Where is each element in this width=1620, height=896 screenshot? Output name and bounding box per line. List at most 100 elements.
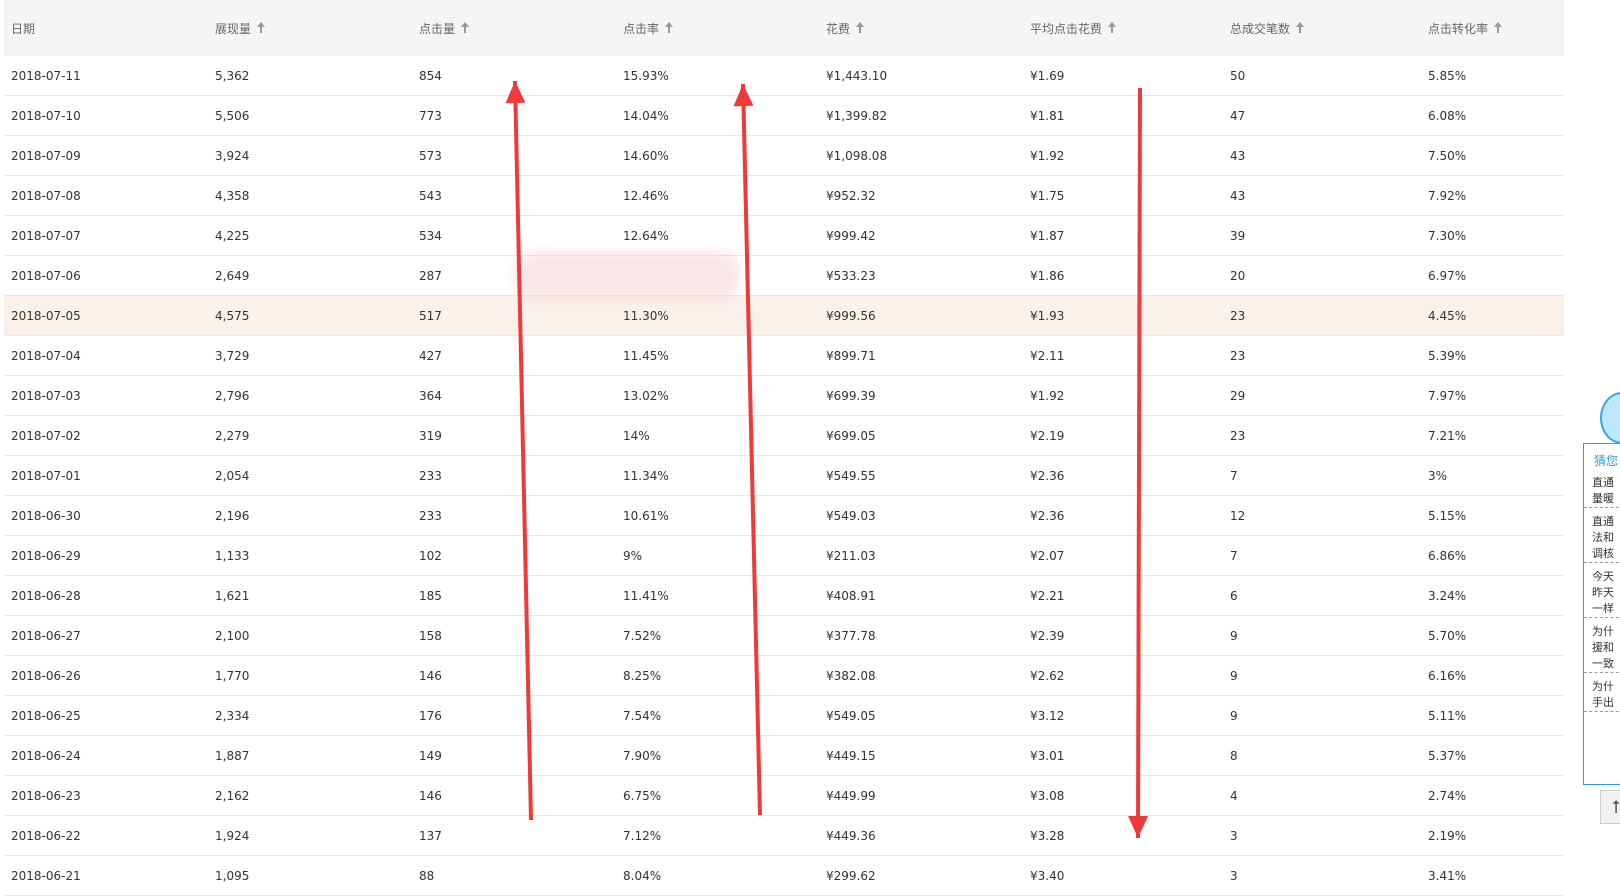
table-cell: 2018-07-09 xyxy=(11,148,81,163)
table-cell: 146 xyxy=(419,668,442,683)
sort-arrow-icon[interactable] xyxy=(1494,22,1503,34)
table-cell: ¥2.07 xyxy=(1030,548,1065,563)
table-row[interactable]: 2018-06-22 1,924 137 7.12% ¥449.36 ¥3.28 3 2.19… xyxy=(4,816,1564,856)
table-cell: 773 xyxy=(419,108,442,123)
table-row[interactable]: 2018-07-08 4,358 543 12.46% ¥952.32 ¥1.75 43 7.… xyxy=(4,176,1564,216)
table-cell: ¥3.01 xyxy=(1030,748,1065,763)
table-cell: 7.21% xyxy=(1428,428,1467,443)
sort-arrow-icon[interactable] xyxy=(461,22,470,34)
table-cell: ¥1.69 xyxy=(1030,68,1065,83)
table-cell: ¥2.19 xyxy=(1030,428,1065,443)
table-row[interactable]: 2018-06-25 2,334 176 7.54% ¥549.05 ¥3.12 9 5.11… xyxy=(4,696,1564,736)
header-impressions[interactable]: 展现量 xyxy=(215,0,266,56)
table-cell: ¥3.12 xyxy=(1030,708,1065,723)
sort-arrow-icon[interactable] xyxy=(665,22,674,34)
suggestion-item[interactable]: 为什 援和 一致 xyxy=(1584,618,1620,673)
table-cell: 1,887 xyxy=(215,748,250,763)
table-cell: 149 xyxy=(419,748,442,763)
table-cell: 5,506 xyxy=(215,108,250,123)
header-cost[interactable]: 花费 xyxy=(826,0,865,56)
table-cell: 88 xyxy=(419,868,435,883)
table-row[interactable]: 2018-06-27 2,100 158 7.52% ¥377.78 ¥2.39 9 5.70… xyxy=(4,616,1564,656)
table-cell: 2.19% xyxy=(1428,828,1467,843)
table-cell: 2,196 xyxy=(215,508,250,523)
table-cell: 2.74% xyxy=(1428,788,1467,803)
table-cell: 2018-06-21 xyxy=(11,868,81,883)
table-cell: 3,924 xyxy=(215,148,250,163)
table-row[interactable]: 2018-07-09 3,924 573 14.60% ¥1,098.08 ¥1.92 43… xyxy=(4,136,1564,176)
table-cell: 9 xyxy=(1230,628,1238,643)
table-row[interactable]: 2018-06-30 2,196 233 10.61% ¥549.03 ¥2.36 12 5.… xyxy=(4,496,1564,536)
table-cell: 517 xyxy=(419,308,442,323)
table-cell: 5.70% xyxy=(1428,628,1467,643)
table-row[interactable]: 2018-07-04 3,729 427 11.45% ¥899.71 ¥2.11 23 5.… xyxy=(4,336,1564,376)
table-row[interactable]: 2018-07-07 4,225 534 12.64% ¥999.42 ¥1.87 39 7.… xyxy=(4,216,1564,256)
assistant-mascot-icon[interactable] xyxy=(1600,392,1620,444)
table-row[interactable]: 2018-07-02 2,279 319 14% ¥699.05 ¥2.19 23 7.21% xyxy=(4,416,1564,456)
table-cell: ¥1.86 xyxy=(1030,268,1065,283)
table-cell: 427 xyxy=(419,348,442,363)
table-cell: 137 xyxy=(419,828,442,843)
table-cell: ¥377.78 xyxy=(826,628,876,643)
table-cell: 4,225 xyxy=(215,228,250,243)
table-cell: 2,100 xyxy=(215,628,250,643)
table-cell: 2,162 xyxy=(215,788,250,803)
sort-arrow-icon[interactable] xyxy=(1296,22,1305,34)
table-cell: ¥549.05 xyxy=(826,708,876,723)
sort-arrow-icon[interactable] xyxy=(257,22,266,34)
header-date[interactable]: 日期 xyxy=(11,0,35,56)
table-cell: ¥211.03 xyxy=(826,548,876,563)
header-conversion-rate[interactable]: 点击转化率 xyxy=(1428,0,1503,56)
suggestion-panel-title: 猜您 xyxy=(1594,454,1619,468)
suggestion-item[interactable]: 今天 昨天 一样 xyxy=(1584,563,1620,618)
table-row[interactable]: 2018-06-26 1,770 146 8.25% ¥382.08 ¥2.62 9 6.16… xyxy=(4,656,1564,696)
sort-arrow-icon[interactable] xyxy=(1108,22,1117,34)
header-avg-cpc[interactable]: 平均点击花费 xyxy=(1030,0,1117,56)
table-cell: 6.97% xyxy=(1428,268,1467,283)
table-row[interactable]: 2018-07-01 2,054 233 11.34% ¥549.55 ¥2.36 7 3% xyxy=(4,456,1564,496)
table-row[interactable]: 2018-06-29 1,133 102 9% ¥211.03 ¥2.07 7 6.86% xyxy=(4,536,1564,576)
table-cell: ¥899.71 xyxy=(826,348,876,363)
suggestion-item[interactable]: 直通 量暖 xyxy=(1584,469,1620,508)
table-cell: ¥2.11 xyxy=(1030,348,1065,363)
table-cell: 13.02% xyxy=(623,388,669,403)
table-row[interactable]: 2018-06-23 2,162 146 6.75% ¥449.99 ¥3.08 4 2.74… xyxy=(4,776,1564,816)
header-clicks[interactable]: 点击量 xyxy=(419,0,470,56)
table-row[interactable]: 2018-06-21 1,095 88 8.04% ¥299.62 ¥3.40 3 3.41% xyxy=(4,856,1564,896)
suggestion-item[interactable]: 为什 手出 xyxy=(1584,673,1620,712)
table-cell: 5.11% xyxy=(1428,708,1467,723)
table-cell: 5.85% xyxy=(1428,68,1467,83)
table-cell: 11.41% xyxy=(623,588,669,603)
table-cell: 10.61% xyxy=(623,508,669,523)
table-cell: 14.04% xyxy=(623,108,669,123)
table-row[interactable]: 2018-07-05 4,575 517 11.30% ¥999.56 ¥1.93 23 4.… xyxy=(4,296,1564,336)
table-cell: 4.45% xyxy=(1428,308,1467,323)
table-cell: 8.04% xyxy=(623,868,662,883)
table-cell: ¥449.36 xyxy=(826,828,876,843)
suggestion-item[interactable]: 直通 法和 调核 xyxy=(1584,508,1620,563)
table-cell: 2018-06-27 xyxy=(11,628,81,643)
table-cell: 11.34% xyxy=(623,468,669,483)
table-cell: 14.60% xyxy=(623,148,669,163)
table-row[interactable]: 2018-07-11 5,362 854 15.93% ¥1,443.10 ¥1.69 50… xyxy=(4,56,1564,96)
table-row[interactable]: 2018-07-10 5,506 773 14.04% ¥1,399.82 ¥1.81 47… xyxy=(4,96,1564,136)
table-cell: 2018-06-29 xyxy=(11,548,81,563)
table-cell: 8.25% xyxy=(623,668,662,683)
table-row[interactable]: 2018-06-28 1,621 185 11.41% ¥408.91 ¥2.21 6 3.2… xyxy=(4,576,1564,616)
table-cell: 9 xyxy=(1230,708,1238,723)
table-cell: ¥449.99 xyxy=(826,788,876,803)
table-cell: 15.93% xyxy=(623,68,669,83)
table-cell: 23 xyxy=(1230,348,1246,363)
sort-arrow-icon[interactable] xyxy=(856,22,865,34)
table-cell: 6.75% xyxy=(623,788,662,803)
back-to-top-button[interactable]: ⭡ xyxy=(1600,790,1620,824)
header-transactions[interactable]: 总成交笔数 xyxy=(1230,0,1305,56)
table-row[interactable]: 2018-07-03 2,796 364 13.02% ¥699.39 ¥1.92 29 7.… xyxy=(4,376,1564,416)
header-ctr[interactable]: 点击率 xyxy=(623,0,674,56)
table-cell: 47 xyxy=(1230,108,1246,123)
table-cell: ¥3.40 xyxy=(1030,868,1065,883)
table-row[interactable]: 2018-06-24 1,887 149 7.90% ¥449.15 ¥3.01 8 5.37… xyxy=(4,736,1564,776)
table-header: 日期 展现量 点击量 点击率 花费 平均点击花费 总成交笔数 点击转化率 xyxy=(4,0,1564,56)
table-row[interactable]: 2018-07-06 2,649 287 ¥533.23 ¥1.86 20 6.97% xyxy=(4,256,1564,296)
table-cell: 2018-07-10 xyxy=(11,108,81,123)
